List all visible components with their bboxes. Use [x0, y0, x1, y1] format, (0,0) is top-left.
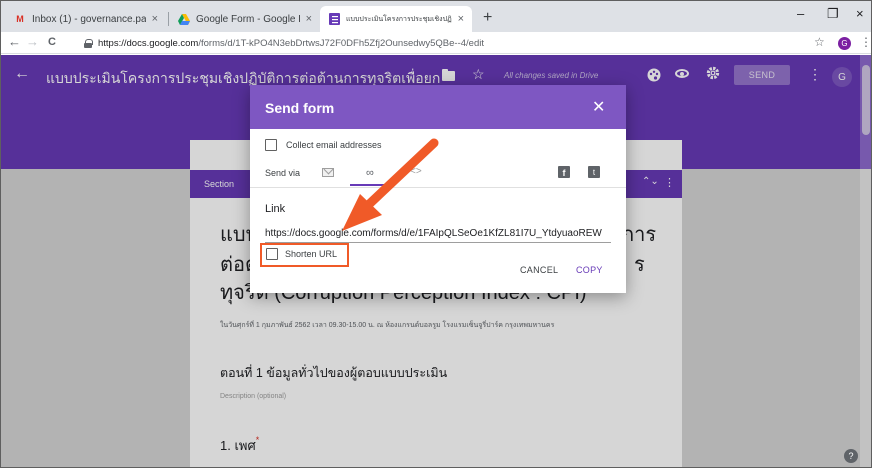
- divider: [250, 187, 626, 188]
- tab-label: Inbox (1) - governance.pacc@go: [32, 13, 146, 25]
- help-icon[interactable]: ?: [844, 449, 858, 463]
- browser-profile-avatar[interactable]: G: [838, 37, 851, 50]
- close-tab-icon[interactable]: ×: [152, 13, 158, 25]
- tab-forms-active[interactable]: แบบประเมินโครงการประชุมเชิงปฏิบัติก ×: [320, 6, 472, 32]
- browser-menu-icon[interactable]: ⋮: [860, 35, 872, 49]
- dialog-title: Send form: [265, 100, 335, 116]
- forward-button[interactable]: →: [26, 34, 39, 49]
- reload-button[interactable]: C: [48, 36, 56, 48]
- link-icon[interactable]: ∞: [366, 167, 374, 179]
- active-tab-indicator: [350, 184, 394, 186]
- drive-icon: [178, 13, 190, 25]
- minimize-button[interactable]: –: [797, 6, 804, 21]
- close-tab-icon[interactable]: ×: [306, 13, 312, 25]
- tab-drive[interactable]: Google Form - Google Drive ×: [170, 6, 320, 32]
- lock-icon: [84, 38, 93, 48]
- forms-icon: [328, 13, 340, 25]
- scrollbar-thumb[interactable]: [862, 65, 870, 135]
- tab-label: แบบประเมินโครงการประชุมเชิงปฏิบัติก: [346, 15, 452, 23]
- link-heading: Link: [265, 203, 286, 215]
- send-via-label: Send via: [265, 168, 301, 178]
- shorten-url-checkbox[interactable]: [266, 248, 278, 260]
- tab-gmail[interactable]: M Inbox (1) - governance.pacc@go ×: [6, 6, 166, 32]
- link-url-field[interactable]: https://docs.google.com/forms/d/e/1FAIpQ…: [265, 228, 611, 243]
- bookmark-star-icon[interactable]: ☆: [814, 35, 825, 49]
- url-bar[interactable]: https://docs.google.com/forms/d/1T-kPO4N…: [84, 34, 844, 52]
- close-window-button[interactable]: ×: [856, 6, 864, 21]
- url-path: /forms/d/1T-kPO4N3ebDrtwsJ72F0DFh5Zfj2Ou…: [198, 37, 484, 49]
- dialog-header: Send form ✕: [250, 85, 626, 129]
- tab-label: Google Form - Google Drive: [196, 13, 300, 25]
- new-tab-button[interactable]: +: [483, 9, 492, 27]
- shorten-url-label[interactable]: Shorten URL: [285, 249, 337, 259]
- collect-email-label[interactable]: Collect email addresses: [286, 140, 382, 150]
- back-button[interactable]: ←: [8, 34, 21, 49]
- send-form-dialog: Send form ✕ Collect email addresses Send…: [250, 85, 626, 293]
- url-host: https://docs.google.com: [98, 37, 199, 49]
- facebook-icon[interactable]: f: [558, 166, 570, 178]
- embed-icon[interactable]: <>: [410, 166, 422, 177]
- close-tab-icon[interactable]: ×: [458, 13, 464, 25]
- close-icon[interactable]: ✕: [592, 97, 605, 117]
- address-bar-row: ← → C https://docs.google.com/forms/d/1T…: [0, 32, 872, 54]
- cancel-button[interactable]: CANCEL: [520, 265, 558, 275]
- copy-button[interactable]: COPY: [576, 265, 603, 275]
- twitter-icon[interactable]: t: [588, 166, 600, 178]
- tab-separator: [168, 12, 169, 26]
- gmail-icon: M: [16, 14, 24, 24]
- email-icon[interactable]: [322, 168, 334, 177]
- maximize-button[interactable]: ❐: [827, 6, 839, 22]
- collect-email-checkbox[interactable]: [265, 139, 277, 151]
- browser-tab-strip: M Inbox (1) - governance.pacc@go × Googl…: [0, 0, 872, 32]
